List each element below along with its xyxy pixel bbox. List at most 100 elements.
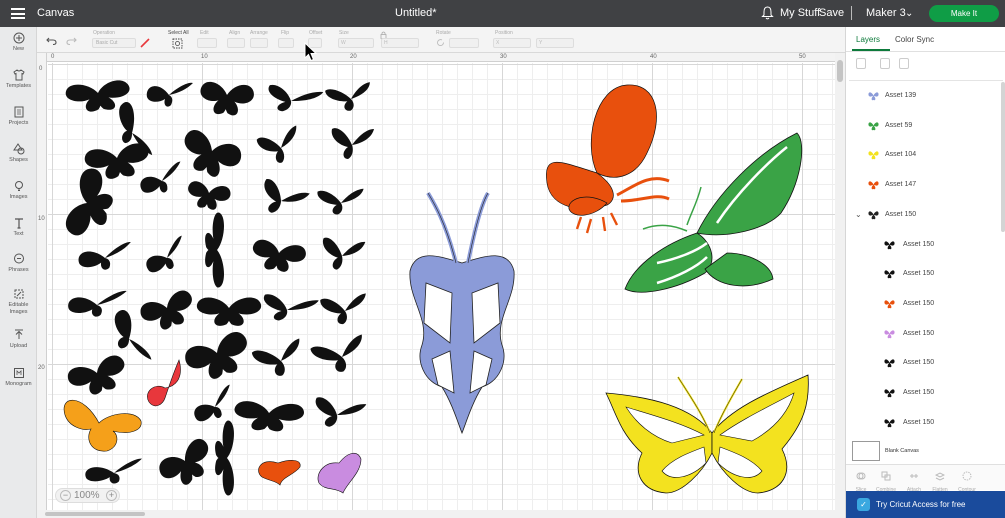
arrange-dropdown[interactable] [250, 38, 268, 48]
ruler-tick-label: 10 [201, 54, 208, 60]
flip-dropdown[interactable] [278, 38, 294, 48]
contour-button[interactable]: Contour [957, 468, 977, 493]
layer-row[interactable]: Asset 150 [849, 379, 999, 408]
cricut-access-banner[interactable]: ✓ Try Cricut Access for free [846, 491, 1005, 518]
layer-row[interactable]: Asset 150 [849, 320, 999, 349]
design-artwork [62, 79, 809, 496]
expand-chevron-icon[interactable]: ⌄ [855, 210, 862, 219]
layers-scrollbar[interactable] [1001, 80, 1005, 436]
blank-canvas-label: Blank Canvas [885, 448, 919, 454]
layer-name: Asset 150 [903, 270, 935, 278]
mouse-cursor-icon [304, 42, 318, 62]
plus-circle-icon [13, 32, 24, 44]
zoom-out-button[interactable]: − [60, 490, 71, 501]
layer-name: Asset 104 [885, 151, 917, 159]
light-orange-butterfly[interactable] [63, 399, 142, 452]
edit-dropdown[interactable] [197, 38, 217, 48]
save-button[interactable]: Save [819, 7, 844, 19]
layer-name: Asset 150 [885, 210, 917, 218]
attach-button[interactable]: Attach [904, 468, 924, 493]
operation-value: Basic Cut [96, 40, 118, 46]
periwinkle-tribal-butterfly[interactable] [409, 191, 515, 435]
hamburger-menu-icon[interactable] [11, 8, 25, 19]
offset-label: Offset [309, 30, 323, 36]
layer-row[interactable]: Asset 150 [849, 290, 999, 319]
layer-actions-bar: Slice Combine Attach Flatten Contour [846, 464, 1005, 493]
rotate-input[interactable] [449, 38, 479, 48]
canvas-horizontal-scrollbar[interactable] [37, 510, 835, 518]
scroll-thumb[interactable] [1001, 82, 1005, 232]
select-all-icon[interactable] [172, 38, 183, 49]
align-dropdown[interactable] [227, 38, 245, 48]
machine-selector[interactable]: Maker 3 [866, 7, 906, 19]
layer-thumbnail [883, 356, 896, 369]
layer-row[interactable]: Asset 150 [849, 409, 999, 436]
undo-icon[interactable] [46, 36, 57, 45]
scroll-thumb[interactable] [45, 512, 145, 516]
rotate-label: Rotate [436, 30, 451, 36]
sidebar-item-shapes[interactable]: Shapes [0, 143, 37, 164]
large-orange-butterfly[interactable] [546, 84, 670, 234]
position-x-input[interactable]: X [493, 38, 531, 48]
layer-row[interactable]: Asset 59 [849, 112, 999, 141]
pen-color-icon[interactable] [140, 38, 151, 48]
slice-button[interactable]: Slice [851, 468, 871, 493]
delete-icon[interactable] [899, 58, 909, 69]
size-height-input[interactable]: H [381, 38, 419, 48]
make-it-button[interactable]: Make It [929, 5, 999, 22]
chevron-down-icon[interactable]: ⌄ [905, 8, 913, 19]
sidebar-item-monogram[interactable]: Monogram [0, 367, 37, 388]
duplicate-icon[interactable] [880, 58, 890, 69]
sidebar-label: Templates [5, 83, 32, 89]
sidebar-item-phrases[interactable]: Phrases [0, 253, 37, 274]
layer-row[interactable]: Asset 139 [849, 82, 999, 111]
layer-thumbnail [883, 238, 896, 251]
ruler-tick-label: 20 [38, 365, 45, 371]
group-icon[interactable] [856, 58, 866, 69]
operation-select[interactable]: Basic Cut [92, 38, 136, 48]
ruler-tick-label: 20 [350, 54, 357, 60]
redo-icon[interactable] [66, 36, 77, 45]
layer-row[interactable]: Asset 104 [849, 141, 999, 170]
zoom-in-button[interactable]: + [106, 490, 117, 501]
size-width-input[interactable]: W [338, 38, 374, 48]
purple-butterfly[interactable] [317, 452, 362, 494]
layer-row[interactable]: Asset 147 [849, 171, 999, 200]
yellow-monarch-butterfly[interactable] [605, 374, 809, 494]
small-orange-butterfly[interactable] [258, 460, 301, 486]
flatten-button[interactable]: Flatten [930, 468, 950, 493]
position-x-letter: X [496, 40, 500, 46]
blank-canvas-swatch[interactable] [852, 441, 880, 461]
canvas-vertical-scrollbar[interactable] [835, 53, 845, 518]
document-title[interactable]: Untitled* [395, 7, 437, 19]
sidebar-item-editable-images[interactable]: Editable Images [0, 288, 37, 315]
tab-color-sync[interactable]: Color Sync [895, 35, 934, 44]
sidebar-item-templates[interactable]: Templates [0, 69, 37, 90]
layer-thumbnail [883, 267, 896, 280]
layer-row[interactable]: Asset 150 [849, 231, 999, 260]
layer-row[interactable]: Asset 150 [849, 260, 999, 289]
red-butterfly[interactable] [147, 359, 181, 407]
vertical-ruler: 0 10 20 [37, 53, 47, 510]
layer-thumbnail [867, 119, 880, 132]
sidebar-item-upload[interactable]: Upload [0, 329, 37, 350]
operation-label: Operation [93, 30, 115, 36]
layer-name: Asset 147 [885, 181, 917, 189]
green-moth[interactable] [624, 132, 803, 293]
my-stuff-link[interactable]: My Stuff [780, 7, 820, 19]
sidebar-item-images[interactable]: Images [0, 180, 37, 201]
combine-button[interactable]: Combine [876, 468, 896, 493]
zoom-control: − 100% + [55, 488, 120, 503]
position-y-input[interactable]: Y [536, 38, 574, 48]
bell-icon[interactable] [761, 6, 774, 20]
layer-row[interactable]: Asset 150 [849, 349, 999, 378]
sidebar-item-projects[interactable]: Projects [0, 106, 37, 127]
sidebar-item-new[interactable]: New [0, 32, 37, 53]
scroll-thumb[interactable] [837, 60, 843, 82]
layer-row[interactable]: ⌄ Asset 150 [849, 201, 999, 230]
layer-thumbnail [867, 178, 880, 191]
sidebar-item-text[interactable]: Text [0, 217, 37, 238]
contour-icon [962, 471, 972, 481]
tab-layers[interactable]: Layers [856, 35, 880, 44]
topbar-divider [851, 6, 852, 20]
